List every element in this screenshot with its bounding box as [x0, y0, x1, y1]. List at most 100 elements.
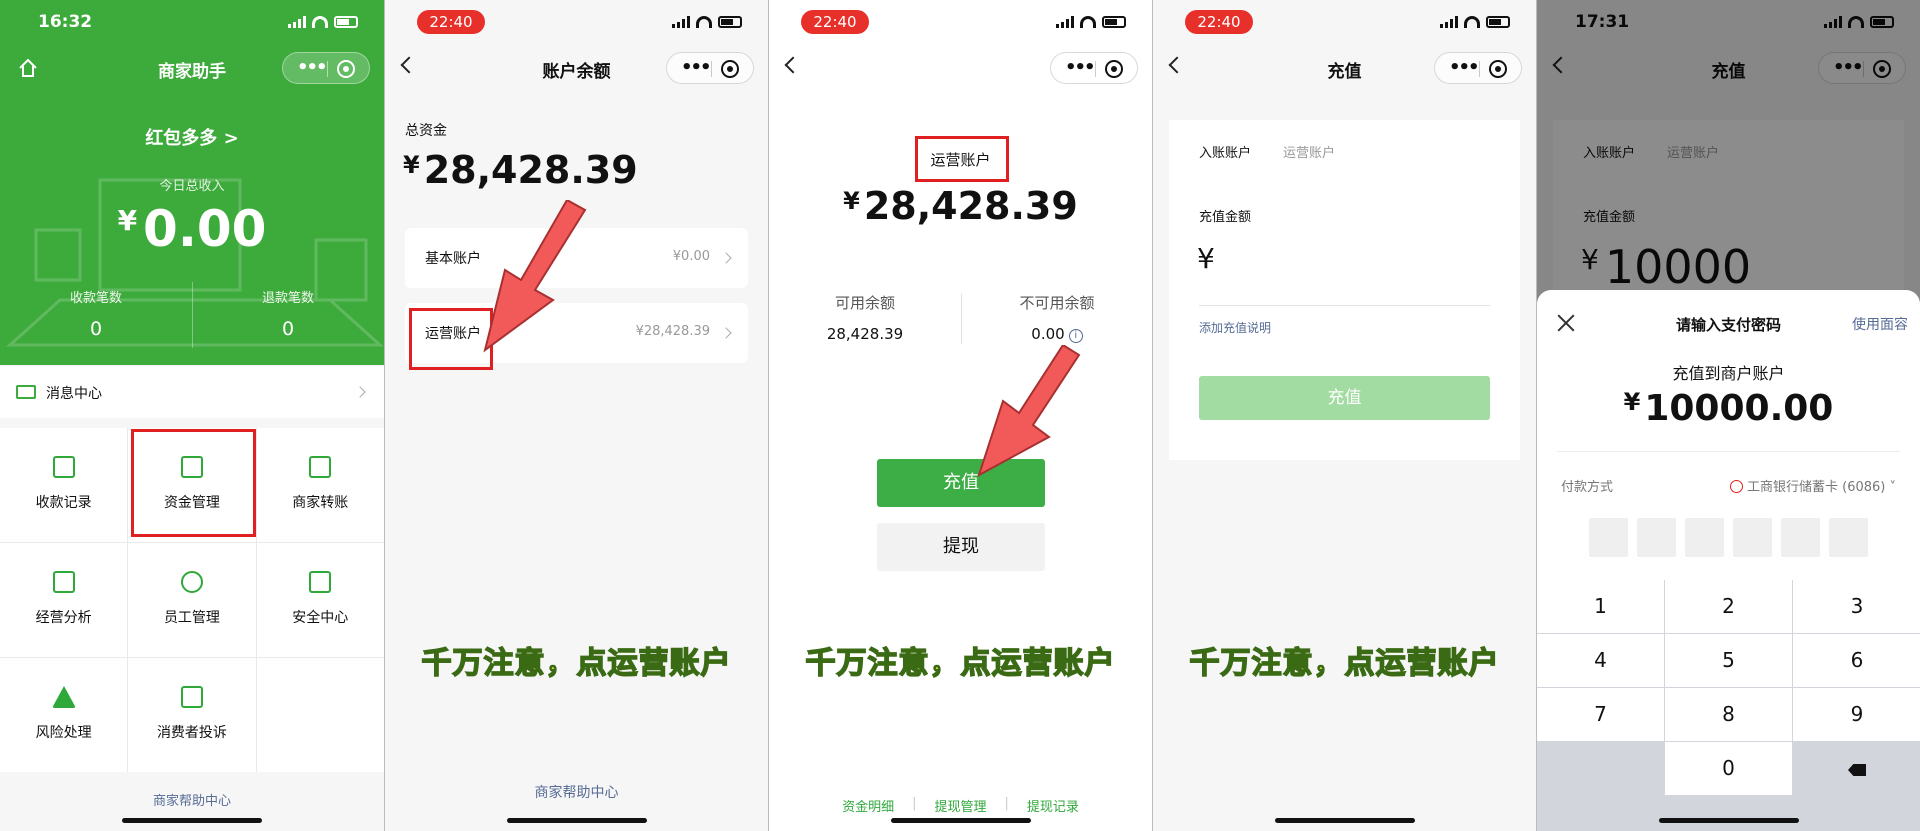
account-selector[interactable]: 入账账户 运营账户: [1199, 142, 1367, 161]
home-indicator: [1659, 818, 1799, 823]
pointer-arrow-icon: [483, 200, 587, 353]
status-bar: 16:32: [0, 0, 384, 44]
key-1[interactable]: 1: [1537, 580, 1664, 633]
battery-icon: [718, 16, 742, 28]
password-boxes[interactable]: [1589, 518, 1868, 557]
pointer-arrow-icon: [977, 345, 1081, 478]
amount-label: 充值金额: [1199, 210, 1252, 225]
back-icon[interactable]: [784, 56, 802, 74]
warning-caption: 千万注意，点运营账户: [805, 645, 1116, 682]
recharge-submit-button[interactable]: 充值: [1199, 376, 1490, 420]
account-balance: ¥28,428.39: [843, 184, 1078, 228]
complaint-icon: [180, 686, 203, 708]
home-indicator: [1275, 818, 1415, 823]
grid-item-security[interactable]: 安全中心: [256, 543, 384, 657]
status-time: 22:40: [1185, 10, 1253, 34]
key-7[interactable]: 7: [1537, 688, 1664, 741]
grid-item-merchant-transfer[interactable]: 商家转账: [256, 428, 384, 542]
nav-bar: 充值 •••: [1153, 44, 1536, 92]
withdraw-management-link[interactable]: 提现管理: [934, 796, 986, 815]
miniprogram-capsule[interactable]: •••: [282, 52, 370, 84]
more-icon[interactable]: •••: [1065, 59, 1095, 77]
miniprogram-capsule[interactable]: •••: [666, 52, 754, 84]
receipt-count-stat: 收款笔数 0: [69, 291, 122, 340]
staff-icon: [180, 571, 203, 593]
battery-icon: [1102, 16, 1126, 28]
close-miniprogram-icon[interactable]: [337, 60, 355, 78]
grid-item-staff[interactable]: 员工管理: [128, 543, 256, 657]
unavailable-balance: 不可用余额 0.00 i: [1019, 294, 1095, 343]
panel-operating-account: 22:40 ••• 运营账户 ¥28,428.39 可用余额 28,428.39…: [768, 0, 1152, 831]
face-id-link[interactable]: 使用面容: [1852, 314, 1908, 334]
key-3[interactable]: 3: [1793, 580, 1920, 633]
more-icon[interactable]: •••: [1449, 59, 1479, 77]
more-icon[interactable]: •••: [297, 59, 327, 77]
chevron-right-icon: [720, 327, 732, 339]
signal-icon: [288, 16, 306, 28]
close-miniprogram-icon[interactable]: [1105, 60, 1123, 78]
envelope-icon: [16, 385, 36, 399]
status-bar: 22:40: [385, 0, 768, 44]
more-icon[interactable]: •••: [681, 59, 711, 77]
status-bar: 22:40: [1153, 0, 1536, 44]
close-miniprogram-icon[interactable]: [1489, 60, 1507, 78]
grid-item-analytics[interactable]: 经营分析: [0, 543, 128, 657]
grid-item-receipts[interactable]: 收款记录: [0, 428, 128, 542]
shield-icon: [309, 571, 332, 593]
income-amount: ¥0.00: [117, 200, 267, 258]
battery-icon: [1486, 16, 1510, 28]
fund-details-link[interactable]: 资金明细: [842, 796, 894, 815]
key-8[interactable]: 8: [1665, 688, 1792, 741]
message-center-row[interactable]: 消息中心: [0, 366, 384, 418]
key-5[interactable]: 5: [1665, 634, 1792, 687]
help-center-link[interactable]: 商家帮助中心: [0, 790, 384, 809]
red-packet-link[interactable]: 红包多多 >: [0, 124, 384, 150]
home-indicator: [507, 818, 647, 823]
payment-method-select[interactable]: 工商银行储蓄卡 (6086) ˅: [1729, 476, 1896, 495]
grid-item-empty: [256, 658, 384, 772]
footer-links: 资金明细 | 提现管理 | 提现记录: [842, 796, 1079, 815]
bank-logo-icon: [1729, 480, 1743, 493]
key-9[interactable]: 9: [1793, 688, 1920, 741]
warning-caption: 千万注意，点运营账户: [421, 645, 732, 682]
withdraw-records-link[interactable]: 提现记录: [1027, 796, 1079, 815]
close-miniprogram-icon[interactable]: [721, 60, 739, 78]
panel-payment-password: 17:31 充值 ••• 入账账户 运营账户 充值金额 ¥10000 请输入支付密…: [1536, 0, 1920, 831]
status-time: 16:32: [38, 12, 93, 32]
withdraw-button[interactable]: 提现: [877, 523, 1045, 571]
wifi-icon: [1464, 16, 1480, 28]
payment-method-label: 付款方式: [1561, 480, 1614, 495]
key-6[interactable]: 6: [1793, 634, 1920, 687]
amount-input[interactable]: ¥: [1197, 242, 1215, 275]
panel-account-balance: 22:40 账户余额 ••• 总资金 ¥28,428.39 基本账户 ¥0.00…: [384, 0, 768, 831]
grid-item-risk[interactable]: 风险处理: [0, 658, 128, 772]
payment-amount: ¥10000.00: [1623, 388, 1834, 429]
status-bar: 22:40: [769, 0, 1152, 44]
miniprogram-capsule[interactable]: •••: [1050, 52, 1138, 84]
miniprogram-capsule[interactable]: •••: [1434, 52, 1522, 84]
chevron-right-icon: [720, 252, 732, 264]
add-note-link[interactable]: 添加充值说明: [1199, 319, 1271, 336]
wifi-icon: [1080, 16, 1096, 28]
panel-merchant-home: 16:32 商家助手 ••• 红包多多 > 今日总收入 ¥0.00 收款笔数 0: [0, 0, 384, 831]
highlight-account-title: [915, 136, 1009, 182]
recharge-target: 充值到商户账户: [1672, 364, 1785, 383]
total-funds-amount: ¥28,428.39: [403, 148, 638, 192]
highlight-fund-management: [131, 429, 256, 537]
warning-icon: [51, 686, 76, 708]
refund-count-stat: 退款笔数 0: [261, 291, 314, 340]
info-icon[interactable]: i: [1068, 329, 1083, 343]
key-0[interactable]: 0: [1665, 742, 1792, 795]
hero-banner: 16:32 商家助手 ••• 红包多多 > 今日总收入 ¥0.00 收款笔数 0: [0, 0, 384, 365]
key-4[interactable]: 4: [1537, 634, 1664, 687]
backspace-key[interactable]: [1793, 742, 1920, 795]
warning-caption: 千万注意，点运营账户: [1189, 645, 1500, 682]
nav-bar: 商家助手 •••: [0, 44, 384, 92]
status-time: 22:40: [801, 10, 869, 34]
signal-icon: [1056, 16, 1074, 28]
nav-bar: •••: [769, 44, 1152, 92]
key-2[interactable]: 2: [1665, 580, 1792, 633]
total-funds-label: 总资金: [405, 123, 447, 139]
help-center-link[interactable]: 商家帮助中心: [385, 782, 768, 802]
grid-item-complaints[interactable]: 消费者投诉: [128, 658, 256, 772]
